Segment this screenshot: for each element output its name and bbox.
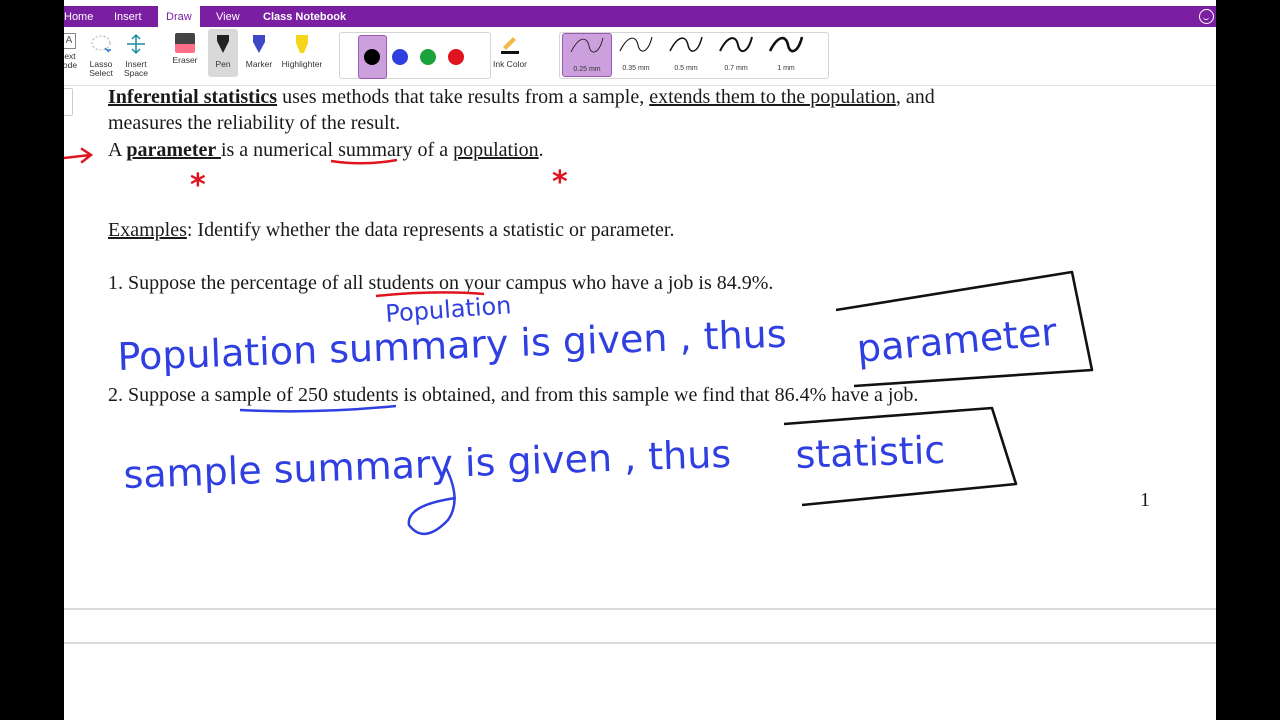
highlighter-icon <box>296 35 308 53</box>
ink-box-statistic <box>783 406 1018 507</box>
color-green[interactable] <box>420 49 436 65</box>
thickness-label-05: 0.5 mm <box>674 65 698 72</box>
paragraph-inferential: Inferential statistics uses methods that… <box>108 86 935 109</box>
term-population: population <box>453 139 539 161</box>
thickness-05[interactable]: 0.5 mm <box>662 33 710 75</box>
insert-space-button[interactable]: Insert Space <box>120 33 152 78</box>
thickness-035[interactable]: 0.35 mm <box>612 33 660 75</box>
thickness-1[interactable]: 1 mm <box>762 33 810 75</box>
red-star-1: * <box>190 168 206 203</box>
term-inferential-statistics: Inferential statistics <box>108 86 278 108</box>
ink-answer2-text: sample summary is given , thus <box>123 432 732 497</box>
term-parameter: parameter <box>126 139 221 161</box>
text-mode-label-2: ode <box>64 60 78 70</box>
marker-label: Marker <box>245 59 273 69</box>
examples-text: : Identify whether the data represents a… <box>186 219 675 241</box>
page-number: 1 <box>1140 489 1150 511</box>
stroke-05-icon <box>669 36 703 52</box>
pen-icon <box>217 35 229 53</box>
draw-ribbon: A ext ode Lasso Select Insert Space Eras… <box>64 27 1216 86</box>
tab-draw[interactable]: Draw <box>158 6 200 27</box>
eraser-button[interactable]: Eraser <box>170 33 200 65</box>
highlighter-button[interactable]: Highlighter <box>278 33 326 69</box>
text-mode-button[interactable]: A ext ode <box>64 33 78 70</box>
thickness-025[interactable]: 0.25 mm <box>562 33 612 77</box>
p1-text-b: , and <box>895 86 935 108</box>
lasso-select-button[interactable]: Lasso Select <box>86 33 116 78</box>
text-mode-icon: A <box>64 33 76 49</box>
color-blue[interactable] <box>392 49 408 65</box>
eraser-icon <box>175 33 195 53</box>
red-star-2: * <box>552 165 568 200</box>
ink-color-icon <box>501 37 519 54</box>
tab-class-notebook[interactable]: Class Notebook <box>255 6 354 27</box>
feedback-smiley-icon[interactable] <box>1199 9 1214 24</box>
thickness-label-035: 0.35 mm <box>622 65 650 72</box>
highlighter-label: Highlighter <box>281 59 323 69</box>
p2-text-c: . <box>538 139 544 161</box>
thickness-07[interactable]: 0.7 mm <box>712 33 760 75</box>
insert-space-icon <box>127 33 145 55</box>
ink-answer1-text: Population summary is given , thus <box>117 312 787 379</box>
stroke-035-icon <box>619 36 653 52</box>
paragraph-parameter: A parameter is a numerical summary of a … <box>108 139 544 162</box>
p1-text-a: uses methods that take results from a sa… <box>277 86 650 108</box>
ink-box-parameter <box>835 270 1094 388</box>
examples-label: Examples <box>108 219 187 241</box>
lasso-label-2: Select <box>89 68 113 78</box>
lasso-icon <box>91 35 111 53</box>
onenote-window: Home Insert Draw View Class Notebook A e… <box>64 0 1216 720</box>
tab-home[interactable]: Home <box>64 6 101 27</box>
ink-answer2-statistic: statistic <box>795 428 946 477</box>
page-divider-2 <box>64 642 1216 644</box>
question-1: 1. Suppose the percentage of all student… <box>108 272 774 294</box>
color-red[interactable] <box>448 49 464 65</box>
paragraph-inferential-line2: measures the reliability of the result. <box>108 112 401 134</box>
question-2: 2. Suppose a sample of 250 students is o… <box>108 384 919 406</box>
stroke-1-icon <box>768 36 804 53</box>
pen-label: Pen <box>215 59 231 69</box>
insert-space-label-2: Space <box>123 68 149 78</box>
thickness-label-07: 0.7 mm <box>724 65 748 72</box>
thickness-label-1: 1 mm <box>777 65 795 72</box>
tab-view[interactable]: View <box>208 6 248 27</box>
stroke-07-icon <box>719 36 753 53</box>
ink-answer1-parameter: parameter <box>855 310 1059 371</box>
marker-icon <box>253 35 265 53</box>
thickness-label-025: 0.25 mm <box>573 66 601 73</box>
ink-loop-y-tail <box>407 467 457 535</box>
tab-insert[interactable]: Insert <box>106 6 150 27</box>
examples-heading: Examples: Identify whether the data repr… <box>108 219 674 242</box>
ink-population-label: Population <box>384 291 512 328</box>
red-arrow <box>64 147 94 164</box>
ribbon-tab-bar: Home Insert Draw View Class Notebook <box>64 6 1216 27</box>
pen-button[interactable]: Pen <box>210 33 236 69</box>
marker-button[interactable]: Marker <box>244 33 274 69</box>
eraser-label: Eraser <box>172 55 198 65</box>
p1-underlined: extends them to the population <box>649 86 896 108</box>
ink-color-label: Ink Color <box>492 59 527 69</box>
ink-color-button[interactable]: Ink Color <box>490 33 530 69</box>
page-divider <box>64 608 1216 610</box>
p2-text-a: A <box>108 139 127 161</box>
page-side-tab[interactable] <box>64 88 73 116</box>
color-black[interactable] <box>364 49 380 65</box>
p2-text-b: is a numerical summary of a <box>220 139 454 161</box>
stroke-025-icon <box>570 37 604 53</box>
